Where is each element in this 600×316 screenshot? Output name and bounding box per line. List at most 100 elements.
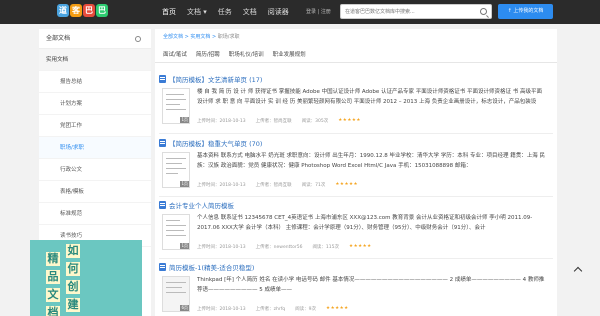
sidebar-item-practical-docs[interactable]: 实用文档 xyxy=(39,49,151,71)
document-icon xyxy=(159,139,166,147)
sidebar-title: 全部文档 xyxy=(46,35,71,42)
doc-title-text[interactable]: 【简历模板】文艺清新单页 (17) xyxy=(169,74,262,84)
doc-thumbnail[interactable]: 1页 xyxy=(162,214,190,250)
doc-description: 基本资料 联系方式 电脑水平 奶光斑 求职意向：设计师 出生年月：1990.12… xyxy=(197,153,545,169)
sub-category-tabs: 面试/笔试 简历/招聘 职场礼仪/培训 职业发展规划 xyxy=(163,50,315,58)
thumb-line xyxy=(166,230,184,231)
thumb-line xyxy=(166,163,182,164)
thumb-line xyxy=(166,109,186,110)
doc-date: 上传时间：2018-10-13 xyxy=(197,307,246,312)
document-icon xyxy=(159,75,166,83)
upload-button[interactable]: ↑ 上传我的文档 xyxy=(498,4,553,19)
nav-home[interactable]: 首页 xyxy=(162,7,176,17)
thumb-line xyxy=(166,287,182,288)
logo-char: 巴 xyxy=(96,4,108,17)
breadcrumb-level1[interactable]: 实用文档 xyxy=(190,34,210,40)
doc-title[interactable]: 简历模板-1(精美-适合贝稳型) xyxy=(159,262,254,272)
nav-docs-dropdown[interactable]: 文档 ▾ xyxy=(187,7,207,17)
ad-banner[interactable]: 精 如 品 何 文 创 档 建 xyxy=(30,240,142,316)
doc-title-text[interactable]: 会计专业个人简历模板 xyxy=(169,200,234,210)
back-to-top-chevron-up-icon[interactable] xyxy=(573,265,583,275)
ad-char: 如 xyxy=(66,244,80,258)
nav-library[interactable]: 文档 xyxy=(243,7,257,17)
breadcrumb-root[interactable]: 全部文档 xyxy=(163,34,183,40)
logo-char: 客 xyxy=(70,4,82,17)
ad-char: 精 xyxy=(46,252,60,266)
sidebar-item-reports[interactable]: 报告总结 xyxy=(39,71,151,93)
login-register-links[interactable]: 登录 | 注册 xyxy=(306,8,331,15)
breadcrumb-current: 职场/求职 xyxy=(217,34,240,40)
tab-resume[interactable]: 简历/招聘 xyxy=(196,50,220,58)
rating-stars: ★★★★★ xyxy=(335,182,359,187)
doc-uploader: 上传者：zhrfq xyxy=(255,307,286,312)
logo-char: 巴 xyxy=(83,4,95,17)
sidebar-item-career[interactable]: 职场/求职 xyxy=(39,137,151,159)
ad-char: 创 xyxy=(66,280,80,294)
thumb-line xyxy=(166,94,184,95)
document-icon xyxy=(159,201,166,209)
doc-title-text[interactable]: 【简历模板】稳重大气单页 (70) xyxy=(169,138,262,148)
doc-thumbnail[interactable]: 1页 xyxy=(162,88,190,124)
page-count-badge: 1页 xyxy=(180,181,189,187)
divider xyxy=(159,196,553,197)
logo-char: 道 xyxy=(57,4,69,17)
page-count-badge: 1页 xyxy=(180,117,189,123)
doc-meta: 上传时间：2018-10-13 上传者：zhrfq 阅读：9次 ★★★★★ xyxy=(197,306,349,312)
ad-char: 档 xyxy=(46,306,60,316)
list-item: 【简历模板】稳重大气单页 (70) 1页 基本资料 联系方式 电脑水平 奶光斑 … xyxy=(159,138,553,193)
doc-title[interactable]: 会计专业个人简历模板 xyxy=(159,200,234,210)
sidebar-item-official-docs[interactable]: 行政公文 xyxy=(39,159,151,181)
doc-uploader: 上传者：智尚互联 xyxy=(255,183,292,188)
page-count-badge: 1页 xyxy=(180,243,189,249)
search-input[interactable] xyxy=(341,5,471,18)
doc-reads: 阅读：71次 xyxy=(301,183,326,188)
doc-thumbnail[interactable]: 1页 xyxy=(162,152,190,188)
main-nav: 首页 文档 ▾ 任务 文档 阅读器 xyxy=(162,0,300,24)
ad-char: 何 xyxy=(66,262,80,276)
doc-title[interactable]: 【简历模板】文艺清新单页 (17) xyxy=(159,74,262,84)
sidebar-item-plans[interactable]: 计划方案 xyxy=(39,93,151,115)
thumb-line xyxy=(166,99,186,100)
thumb-line xyxy=(166,173,178,174)
nav-reader[interactable]: 阅读器 xyxy=(268,7,289,17)
rating-stars: ★★★★★ xyxy=(349,244,372,249)
sidebar-item-party-work[interactable]: 党团工作 xyxy=(39,115,151,137)
doc-date: 上传时间：2018-10-13 xyxy=(197,245,246,250)
doc-thumbnail[interactable]: 6页 xyxy=(162,276,190,312)
search-icon[interactable] xyxy=(135,36,141,42)
doc-description: 个人信息 联系证书 12345678 CET_4英语证书 上海市浦东区 XXX@… xyxy=(197,215,533,231)
divider xyxy=(159,258,553,259)
top-bar: 道 客 巴 巴 首页 文档 ▾ 任务 文档 阅读器 登录 | 注册 ↑ 上传我的… xyxy=(0,0,600,24)
doc-date: 上传时间：2018-10-13 xyxy=(197,183,246,188)
doc-description: Thinkpad [年] 个人简历 姓名 在读小学 电话号码 邮件 基本情况——… xyxy=(197,277,545,293)
doc-description: 楼 自 我 简 历 设 计 师 获得证书 掌握技能 Adobe 中国认证设计师 … xyxy=(197,89,543,105)
sidebar-header: 全部文档 xyxy=(39,29,151,49)
thumb-line xyxy=(166,104,180,105)
doc-meta: 上传时间：2018-10-13 上传者：newenttor56 阅读：115次 … xyxy=(197,244,372,250)
tab-career-plan[interactable]: 职业发展规划 xyxy=(273,50,306,58)
tab-interview[interactable]: 面试/笔试 xyxy=(163,50,187,58)
document-list-panel: 全部文档 > 实用文档 > 职场/求职 面试/笔试 简历/招聘 职场礼仪/培训 … xyxy=(155,29,557,316)
sidebar-list: 实用文档 报告总结 计划方案 党团工作 职场/求职 行政公文 表格/模板 标准规… xyxy=(39,49,151,247)
tab-etiquette[interactable]: 职场礼仪/培训 xyxy=(229,50,264,58)
nav-tasks[interactable]: 任务 xyxy=(218,7,232,17)
thumb-line xyxy=(166,235,186,236)
ad-char: 品 xyxy=(46,270,60,284)
thumb-line xyxy=(166,225,186,226)
doc-title[interactable]: 【简历模板】稳重大气单页 (70) xyxy=(159,138,262,148)
sidebar-item-templates[interactable]: 表格/模板 xyxy=(39,181,151,203)
list-item: 【简历模板】文艺清新单页 (17) 1页 楼 自 我 简 历 设 计 师 获得证… xyxy=(159,74,553,129)
doc-title-text[interactable]: 简历模板-1(精美-适合贝稳型) xyxy=(169,262,254,272)
site-logo[interactable]: 道 客 巴 巴 xyxy=(57,4,108,20)
search-box xyxy=(340,4,492,19)
thumb-line xyxy=(166,168,186,169)
document-icon xyxy=(159,263,166,271)
list-item: 简历模板-1(精美-适合贝稳型) 6页 Thinkpad [年] 个人简历 姓名… xyxy=(159,262,553,316)
doc-reads: 阅读：115次 xyxy=(312,245,340,250)
doc-reads: 阅读：9次 xyxy=(295,307,317,312)
doc-uploader: 上传者：newenttor56 xyxy=(255,245,303,250)
sidebar-item-standards[interactable]: 标准规范 xyxy=(39,203,151,225)
search-icon[interactable] xyxy=(480,8,487,15)
doc-uploader: 上传者：智尚互联 xyxy=(255,119,292,124)
list-item: 会计专业个人简历模板 1页 个人信息 联系证书 12345678 CET_4英语… xyxy=(159,200,553,255)
